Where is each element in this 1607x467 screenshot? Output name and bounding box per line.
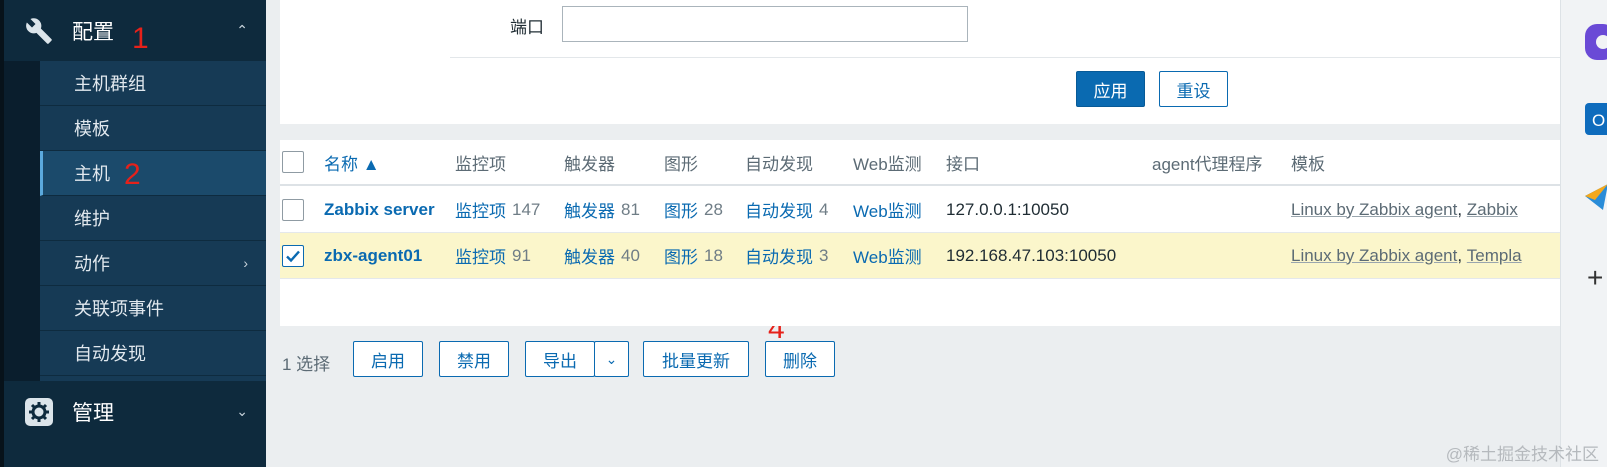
sidebar-item-templates[interactable]: 模板 (40, 106, 266, 151)
filter-divider (450, 57, 1560, 58)
col-proxy: agent代理程序 (1152, 154, 1263, 174)
chevron-down-icon: ⌄ (605, 350, 618, 367)
graphs-link[interactable]: 图形 (664, 197, 698, 222)
items-link[interactable]: 监控项 (455, 197, 506, 222)
apply-button[interactable]: 应用 (1076, 71, 1145, 107)
template-link[interactable]: Zabbix (1467, 200, 1518, 220)
template-link[interactable]: Linux by Zabbix agent (1291, 246, 1457, 266)
table-header-row: 名称 ▲ 监控项 触发器 图形 自动发现 Web监测 接口 agent代理程序 … (280, 140, 1560, 186)
col-interface: 接口 (946, 154, 980, 174)
wrench-icon (20, 12, 58, 50)
submenu-gutter (4, 61, 40, 381)
discovery-link[interactable]: 自动发现 (745, 243, 813, 268)
col-triggers: 触发器 (564, 154, 615, 174)
gear-icon (20, 393, 58, 431)
row-checkbox-cell (282, 187, 304, 232)
menu-section-config-label: 配置 (72, 20, 114, 44)
send-icon[interactable] (1585, 182, 1607, 212)
reset-button[interactable]: 重设 (1159, 71, 1228, 107)
items-count: 147 (512, 199, 541, 219)
discovery-link[interactable]: 自动发现 (745, 197, 813, 222)
triggers-count: 40 (621, 245, 640, 265)
triggers-link[interactable]: 触发器 (564, 197, 615, 222)
port-label: 端口 (510, 18, 544, 37)
items-count: 91 (512, 245, 531, 265)
sidebar-item-host-groups[interactable]: 主机群组 (40, 61, 266, 106)
checkmark-icon (286, 250, 300, 262)
sidebar-item-label: 模板 (74, 119, 110, 139)
sidebar-item-maintenance[interactable]: 维护 (40, 196, 266, 241)
col-discovery: 自动发现 (745, 154, 813, 174)
triggers-count: 81 (621, 199, 640, 219)
outlook-icon[interactable]: O (1585, 103, 1607, 135)
sidebar-item-label: 关联项事件 (74, 299, 164, 319)
sidebar: 配置 ⌃ 主机群组 模板 主机 维护 动作 › 关联项事件 自动发现 管理 ⌄ (0, 0, 266, 467)
discovery-count: 4 (819, 199, 829, 219)
sidebar-item-label: 维护 (74, 209, 110, 229)
menu-section-admin-label: 管理 (72, 401, 114, 425)
template-link[interactable]: Templa (1467, 246, 1522, 266)
chevron-right-icon: › (243, 255, 248, 271)
items-link[interactable]: 监控项 (455, 243, 506, 268)
svg-text:O: O (1592, 111, 1605, 130)
selected-count: 1 选择 (282, 355, 331, 374)
row-checkbox-cell (282, 233, 304, 278)
sidebar-item-event-correlation[interactable]: 关联项事件 (40, 286, 266, 331)
discovery-count: 3 (819, 245, 829, 265)
browser-side-panel: O + (1560, 0, 1607, 467)
table-row-selected: zbx-agent01 监控项 91 触发器 40 图形 18 自动发现 3 Web监测… (280, 233, 1560, 279)
sidebar-item-label: 自动发现 (74, 344, 146, 364)
col-items: 监控项 (455, 154, 506, 174)
enable-button[interactable]: 启用 (353, 341, 423, 377)
template-separator: , (1457, 245, 1467, 265)
interface-value: 192.168.47.103:10050 (946, 245, 1117, 265)
config-submenu: 主机群组 模板 主机 维护 动作 › 关联项事件 自动发现 (4, 61, 266, 381)
annotation-1: 1 (132, 22, 149, 55)
sidebar-item-discovery[interactable]: 自动发现 (40, 331, 266, 376)
chevron-down-icon: ⌄ (236, 403, 248, 419)
sidebar-item-label: 主机 (74, 164, 110, 184)
select-all-cell (282, 140, 304, 184)
triggers-link[interactable]: 触发器 (564, 243, 615, 268)
graphs-link[interactable]: 图形 (664, 243, 698, 268)
row-checkbox[interactable] (282, 198, 304, 221)
col-web: Web监测 (853, 154, 922, 174)
hosts-table: 名称 ▲ 监控项 触发器 图形 自动发现 Web监测 接口 agent代理程序 … (280, 140, 1560, 326)
row-checkbox-checked[interactable] (282, 244, 304, 267)
col-templates: 模板 (1291, 154, 1325, 174)
col-name[interactable]: 名称 ▲ (324, 140, 380, 184)
export-dropdown-button[interactable]: ⌄ (594, 341, 629, 377)
host-name-link[interactable]: zbx-agent01 (324, 246, 422, 266)
sidebar-item-actions[interactable]: 动作 › (40, 241, 266, 286)
disable-button[interactable]: 禁用 (439, 341, 509, 377)
interface-value: 127.0.0.1:10050 (946, 199, 1069, 219)
web-link[interactable]: Web监测 (853, 197, 922, 222)
chevron-up-icon: ⌃ (236, 22, 248, 38)
graphs-count: 18 (704, 245, 723, 265)
host-name-link[interactable]: Zabbix server (324, 200, 435, 220)
mass-update-button[interactable]: 批量更新 (643, 341, 749, 377)
sidebar-item-hosts[interactable]: 主机 (40, 151, 266, 196)
col-graphs: 图形 (664, 154, 698, 174)
web-link[interactable]: Web监测 (853, 243, 922, 268)
export-button[interactable]: 导出 (525, 341, 595, 377)
filter-panel: 端口 应用 重设 (280, 0, 1560, 124)
menu-section-admin[interactable]: 管理 ⌄ (4, 381, 266, 442)
graphs-count: 28 (704, 199, 723, 219)
delete-button[interactable]: 删除 (765, 341, 835, 377)
table-row: Zabbix server 监控项 147 触发器 81 图形 28 自动发现 4 We… (280, 187, 1560, 233)
annotation-2: 2 (124, 158, 141, 191)
watermark: @稀土掘金技术社区 (1445, 445, 1599, 464)
sidebar-item-label: 动作 (74, 254, 110, 274)
sidebar-item-label: 主机群组 (74, 74, 146, 94)
template-separator: , (1457, 199, 1467, 219)
copilot-icon[interactable] (1585, 24, 1607, 60)
select-all-checkbox[interactable] (282, 151, 304, 173)
port-input[interactable] (562, 6, 968, 42)
add-icon[interactable]: + (1587, 264, 1603, 292)
template-link[interactable]: Linux by Zabbix agent (1291, 200, 1457, 220)
